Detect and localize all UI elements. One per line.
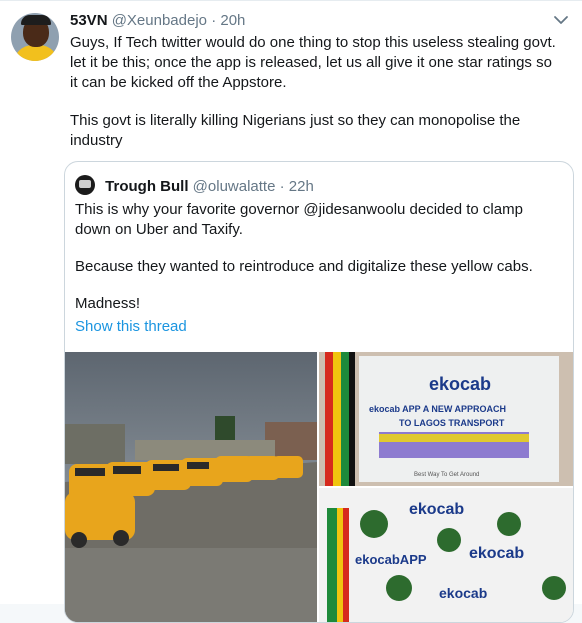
show-thread-link[interactable]: Show this thread bbox=[75, 318, 187, 335]
quoted-avatar[interactable] bbox=[75, 175, 95, 195]
quoted-paragraph: Because they wanted to reintroduce and d… bbox=[75, 258, 533, 275]
backdrop-brand-b: ekocab bbox=[469, 545, 524, 562]
author-name[interactable]: 53VN bbox=[70, 12, 108, 29]
quoted-timestamp[interactable]: 22h bbox=[289, 178, 314, 195]
chevron-down-icon[interactable] bbox=[552, 11, 570, 29]
banner-line2: TO LAGOS TRANSPORT bbox=[399, 418, 505, 428]
timestamp[interactable]: 20h bbox=[220, 12, 245, 29]
backdrop-brand-a: ekocab bbox=[409, 501, 464, 518]
banner-line1: ekocab APP A NEW APPROACH bbox=[369, 404, 506, 414]
tweet-paragraph: This govt is literally killing Nigerians… bbox=[70, 112, 521, 149]
photo-yellow-cabs[interactable] bbox=[65, 352, 317, 622]
author-handle[interactable]: @Xeunbadejo bbox=[112, 12, 207, 29]
quoted-header: Trough Bull @oluwalatte · 22h bbox=[75, 175, 314, 197]
separator: · bbox=[279, 178, 285, 195]
tweet-header: 53VN @Xeunbadejo · 20h bbox=[70, 11, 245, 31]
photo-ekocab-backdrop[interactable]: ekocab ekocab ekocab ekocabAPP bbox=[319, 488, 573, 622]
photo-ekocab-banner[interactable]: ekocab ekocab APP A NEW APPROACH TO LAGO… bbox=[319, 352, 573, 486]
banner-tagline: Best Way To Get Around bbox=[414, 472, 479, 478]
quoted-paragraph: This is why your favorite governor @jide… bbox=[75, 201, 523, 238]
avatar[interactable] bbox=[11, 13, 59, 61]
quoted-paragraph: Madness! bbox=[75, 295, 141, 312]
media-grid: ekocab ekocab APP A NEW APPROACH TO LAGO… bbox=[65, 352, 573, 622]
separator: · bbox=[211, 12, 217, 29]
tweet-paragraph: Guys, If Tech twitter would do one thing… bbox=[70, 34, 556, 91]
banner-brand: ekocab bbox=[429, 374, 491, 394]
quoted-author-name[interactable]: Trough Bull bbox=[105, 178, 188, 195]
backdrop-app: ekocabAPP bbox=[355, 552, 427, 567]
tweet-text: Guys, If Tech twitter would do one thing… bbox=[70, 33, 560, 169]
quoted-author-handle[interactable]: @oluwalatte bbox=[193, 178, 276, 195]
quoted-tweet[interactable]: Trough Bull @oluwalatte · 22h This is wh… bbox=[64, 161, 574, 623]
backdrop-brand-c: ekocab bbox=[439, 585, 487, 601]
tweet[interactable]: 53VN @Xeunbadejo · 20h Guys, If Tech twi… bbox=[0, 0, 582, 623]
quoted-text: This is why your favorite governor @jide… bbox=[75, 200, 555, 331]
